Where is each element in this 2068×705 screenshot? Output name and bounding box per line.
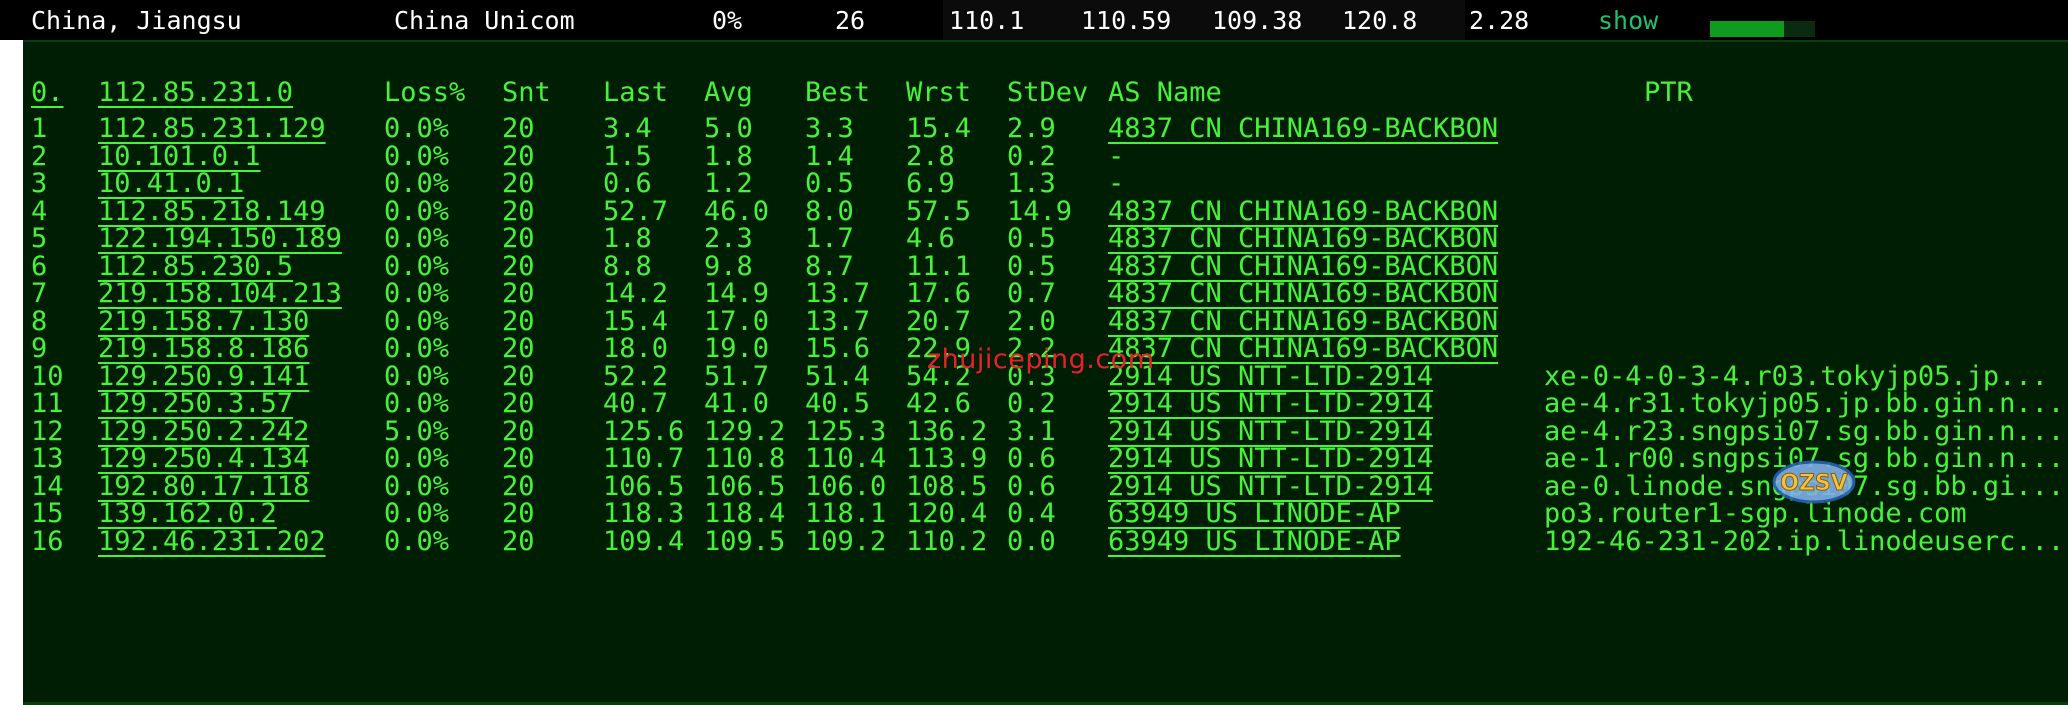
- left-margin: [0, 40, 23, 705]
- header-ptr: PTR: [1644, 77, 1693, 108]
- hop-avg: 109.5: [704, 525, 786, 557]
- hop-wrst: 110.2: [906, 525, 988, 557]
- summary-last: 110.1: [949, 6, 1025, 35]
- summary-avg: 110.59: [1081, 6, 1172, 35]
- svg-text:OZSV: OZSV: [1780, 471, 1848, 496]
- header-loss: Loss%: [384, 77, 466, 108]
- show-details-link[interactable]: show: [1598, 6, 1658, 36]
- summary-count: 26: [835, 6, 866, 35]
- hop-host[interactable]: 192.46.231.202: [98, 524, 326, 560]
- header-last: Last: [603, 77, 669, 108]
- summary-stdev: 2.28: [1469, 6, 1530, 35]
- header-wrst: Wrst: [906, 77, 972, 108]
- header-index: 0.: [31, 77, 64, 108]
- hop-loss: 0.0%: [384, 525, 450, 557]
- hop-best: 109.2: [805, 525, 887, 557]
- column-header-row: 0. 112.85.231.0 Loss% Snt Last Avg Best …: [23, 75, 2068, 111]
- header-origin-host[interactable]: 112.85.231.0: [98, 75, 293, 111]
- summary-best: 109.38: [1212, 6, 1303, 35]
- latency-progress-fill: [1710, 21, 1784, 37]
- hop-as[interactable]: 63949 US LINODE-AP: [1108, 524, 1401, 560]
- hop-row: 16 192.46.231.202 0.0% 20 109.4 109.5 109.2 110…: [23, 524, 2068, 560]
- hop-last: 109.4: [603, 525, 685, 557]
- summary-row: China, Jiangsu China Unicom 0% 26 110.1 …: [0, 0, 2068, 40]
- ozsv-logo-watermark: OZSV: [1772, 460, 1856, 504]
- header-snt: Snt: [502, 77, 551, 108]
- hop-stdev: 0.0: [1007, 525, 1056, 557]
- hop-snt: 20: [502, 525, 535, 557]
- header-as-name: AS Name: [1108, 77, 1222, 108]
- header-avg: Avg: [704, 77, 753, 108]
- hop-ptr: 192-46-231-202.ip.linodeuserc...: [1544, 525, 2065, 557]
- summary-isp: China Unicom: [394, 6, 575, 35]
- summary-location: China, Jiangsu: [31, 6, 242, 35]
- header-stdev: StDev: [1007, 77, 1089, 108]
- header-best: Best: [805, 77, 871, 108]
- hop-idx: 16: [31, 525, 64, 557]
- summary-worst: 120.8: [1342, 6, 1418, 35]
- latency-progress-bar: [1710, 21, 1815, 37]
- site-watermark: zhujiceping.com: [927, 344, 1155, 375]
- summary-loss: 0%: [712, 6, 743, 35]
